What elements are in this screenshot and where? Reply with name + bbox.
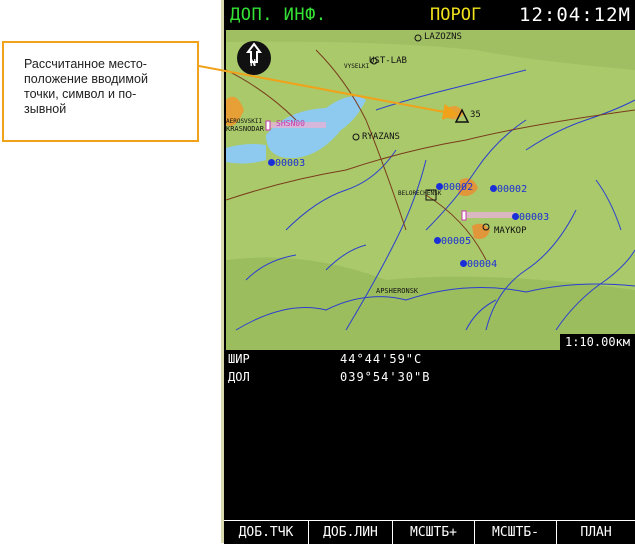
waypoint[interactable]: 00005 [434, 236, 471, 247]
city-label: KRASNODAR [226, 125, 264, 133]
plan-button[interactable]: ПЛАН [556, 521, 635, 544]
status-bar: ДОП. ИНФ. ПОРОГ 12:04:12М [224, 0, 635, 30]
zoom-in-button[interactable]: МСШТБ+ [392, 521, 474, 544]
latitude-value: 44°44'59"С [340, 352, 423, 366]
waypoint[interactable]: 00003 [268, 158, 305, 169]
softkey-bar: ДОБ.ТЧК ДОБ.ЛИН МСШТБ+ МСШТБ- ПЛАН [224, 520, 635, 544]
mode-indicator: ПОРОГ [430, 5, 482, 25]
city-label: MAYKOP [494, 226, 527, 236]
waypoint-dot [512, 213, 519, 220]
waypoint[interactable]: 00002 [436, 182, 473, 193]
city-label: AEROSVSKII [226, 118, 263, 125]
waypoint[interactable]: 00004 [460, 259, 497, 270]
waypoint-label: 00003 [519, 212, 550, 223]
city-label: UST-LAB [369, 56, 407, 66]
north-label: N [250, 58, 257, 69]
waypoint-label: 00005 [441, 236, 472, 247]
annotation-line: положение вводимой [24, 72, 148, 86]
latitude-label: ШИР [228, 352, 250, 366]
waypoint-label: 00003 [275, 158, 306, 169]
map-view[interactable]: N LAZOZNS UST-LAB RYAZANS BELORECHENSK M… [226, 30, 635, 350]
longitude-value: 039°54'30"В [340, 370, 431, 384]
waypoint-dot [268, 159, 275, 166]
waypoint[interactable]: 00002 [490, 184, 527, 195]
city-label: VYSELKI [344, 63, 370, 70]
waypoint-dot [436, 183, 443, 190]
annotation-callout: Рассчитанное место- положение вводимой т… [2, 41, 199, 142]
annotation-line: точки, символ и по- [24, 87, 137, 101]
route-label: SHSN00 [276, 119, 305, 128]
waypoint-label: 00002 [497, 184, 528, 195]
longitude-row: ДОЛ 039°54'30"В [228, 370, 528, 384]
waypoint-label: 00002 [443, 182, 474, 193]
waypoint[interactable]: 00003 [512, 212, 549, 223]
coordinates-panel: ШИР 44°44'59"С ДОЛ 039°54'30"В [224, 352, 635, 520]
add-line-button[interactable]: ДОБ.ЛИН [308, 521, 392, 544]
waypoint-dot [460, 260, 467, 267]
latitude-row: ШИР 44°44'59"С [228, 352, 528, 366]
city-label: APSHERONSK [376, 287, 419, 295]
add-point-button[interactable]: ДОБ.ТЧК [224, 521, 308, 544]
annotation-text: Рассчитанное место- положение вводимой т… [24, 57, 192, 117]
info-page-title[interactable]: ДОП. ИНФ. [230, 5, 327, 25]
annotation-line: Рассчитанное место- [24, 57, 147, 71]
clock: 12:04:12М [519, 4, 631, 26]
city-label: LAZOZNS [424, 32, 462, 42]
zoom-out-button[interactable]: МСШТБ- [474, 521, 556, 544]
map-scale: 1:10.00км [559, 334, 635, 351]
annotation-line: зывной [24, 102, 67, 116]
navigation-display: ДОП. ИНФ. ПОРОГ 12:04:12М N LAZOZNS UST-… [224, 0, 635, 544]
waypoint-dot [434, 237, 441, 244]
city-label: RYAZANS [362, 132, 400, 142]
waypoint-dot [490, 185, 497, 192]
longitude-label: ДОЛ [228, 370, 250, 384]
computed-point-label: 35 [470, 110, 481, 120]
waypoint-label: 00004 [467, 259, 498, 270]
city-label: BELORECHENSK [398, 190, 442, 197]
